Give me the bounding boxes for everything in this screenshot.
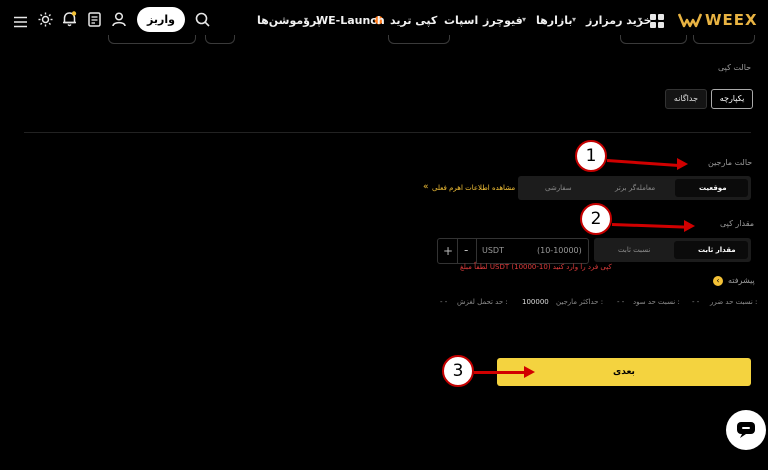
top-navigation-bar: WEEX ▾ خرید رمزارز ▾ بازارها ▾ فیوچرز اس… bbox=[0, 0, 768, 40]
copy-amount-title: مقدار کپی bbox=[720, 219, 755, 228]
nav-copy-trade[interactable]: کپی ترید bbox=[390, 14, 437, 27]
advanced-stats-row: نسبت حد ضرر : - - نسبت حد سود : - - حداک… bbox=[440, 298, 757, 310]
margin-mode-option-position[interactable]: موقعیت bbox=[675, 179, 748, 197]
annotation-arrowhead-2 bbox=[684, 220, 695, 232]
margin-mode-option-label: موقعیت bbox=[699, 184, 727, 192]
copy-mode-option-integrated[interactable]: یکپارچه bbox=[711, 89, 753, 109]
chat-icon bbox=[737, 422, 755, 438]
input-separator bbox=[476, 239, 477, 263]
nav-promotions[interactable]: پروموشن‌ها bbox=[257, 14, 321, 27]
search-icon[interactable] bbox=[195, 12, 210, 27]
deposit-button[interactable]: واریز bbox=[137, 7, 185, 32]
stop-loss-ratio-value: - - bbox=[692, 298, 700, 306]
copy-mode-option-label: یکپارچه bbox=[719, 94, 745, 103]
background-card-edge bbox=[388, 35, 450, 44]
slippage-tolerance-value: - - bbox=[440, 298, 448, 306]
annotation-arrow-3 bbox=[474, 371, 526, 374]
minus-button[interactable]: - bbox=[464, 243, 468, 257]
background-card-edge bbox=[620, 35, 687, 44]
grid-icon[interactable] bbox=[650, 13, 664, 28]
annotation-number-1: 1 bbox=[575, 140, 607, 172]
background-card-edge bbox=[693, 35, 755, 44]
max-margin-label: حداکثر مارجین : bbox=[556, 298, 604, 306]
max-margin-value: 100000 bbox=[522, 298, 549, 306]
unit-label: USDT bbox=[482, 246, 504, 255]
copy-amount-option-fixed-ratio[interactable]: نسبت ثابت bbox=[618, 246, 650, 254]
copy-amount-option-fixed-amount[interactable]: مقدار ثابت bbox=[674, 241, 748, 259]
menu-icon[interactable] bbox=[14, 13, 27, 28]
margin-mode-segmented-control: موقعیت معامله‌گر برتر سفارشی bbox=[518, 176, 751, 200]
next-button[interactable]: بعدی bbox=[497, 358, 751, 386]
nav-buy-crypto[interactable]: خرید رمزارز bbox=[586, 14, 652, 27]
background-card-edge bbox=[205, 35, 235, 44]
logo-mark-icon bbox=[678, 13, 702, 28]
copy-amount-error: لطفاً مبلغ USDT کپی فرد را وارد کنید (10… bbox=[460, 263, 612, 271]
advanced-title[interactable]: پیشرفته bbox=[728, 276, 755, 285]
weex-logo[interactable]: WEEX bbox=[678, 11, 760, 29]
nav-futures[interactable]: فیوچرز bbox=[483, 14, 523, 27]
take-profit-ratio-label: نسبت حد سود : bbox=[633, 298, 680, 306]
document-icon[interactable] bbox=[88, 12, 101, 27]
advanced-toggle-icon[interactable]: ‹ bbox=[713, 276, 723, 286]
logo-text: WEEX bbox=[705, 11, 758, 29]
user-icon[interactable] bbox=[112, 12, 126, 27]
take-profit-ratio-value: - - bbox=[617, 298, 625, 306]
bell-icon[interactable] bbox=[62, 11, 77, 27]
stop-loss-ratio-label: نسبت حد ضرر : bbox=[710, 298, 758, 306]
margin-mode-title: حالت مارجین bbox=[708, 158, 753, 167]
nav-markets[interactable]: بازارها bbox=[536, 14, 572, 27]
copy-mode-option-label: جداگانه bbox=[673, 94, 699, 103]
double-chevron-left-icon: « bbox=[423, 182, 429, 192]
input-separator bbox=[457, 239, 458, 263]
view-leverage-info-link[interactable]: مشاهده اطلاعات اهرم فعلی bbox=[432, 184, 515, 192]
copy-mode-title: حالت کپی bbox=[718, 63, 752, 72]
plus-button[interactable]: + bbox=[443, 244, 453, 258]
support-chat-button[interactable] bbox=[726, 410, 766, 450]
amount-placeholder: (10-10000) bbox=[537, 246, 582, 255]
copy-amount-option-label: مقدار ثابت bbox=[698, 246, 736, 254]
sun-icon[interactable] bbox=[38, 12, 53, 27]
section-divider bbox=[24, 132, 751, 133]
nav-spot[interactable]: اسپات bbox=[444, 14, 478, 27]
background-card-edge bbox=[108, 35, 196, 44]
chevron-down-icon: ▾ bbox=[572, 15, 577, 24]
annotation-arrowhead-3 bbox=[524, 366, 535, 378]
copy-amount-segmented-control: مقدار ثابت نسبت ثابت bbox=[594, 238, 751, 262]
annotation-number-3: 3 bbox=[442, 355, 474, 387]
slippage-tolerance-label: حد تحمل لغزش : bbox=[457, 298, 508, 306]
annotation-number-2: 2 bbox=[580, 203, 612, 235]
copy-amount-input[interactable]: + - USDT (10-10000) bbox=[437, 238, 589, 264]
margin-mode-option-custom[interactable]: سفارشی bbox=[545, 184, 572, 192]
copy-mode-option-separate[interactable]: جداگانه bbox=[665, 89, 707, 109]
annotation-arrowhead-1 bbox=[677, 158, 688, 170]
margin-mode-option-top-trader[interactable]: معامله‌گر برتر bbox=[615, 184, 655, 192]
nav-we-launch[interactable]: WE-Launch bbox=[316, 14, 385, 27]
